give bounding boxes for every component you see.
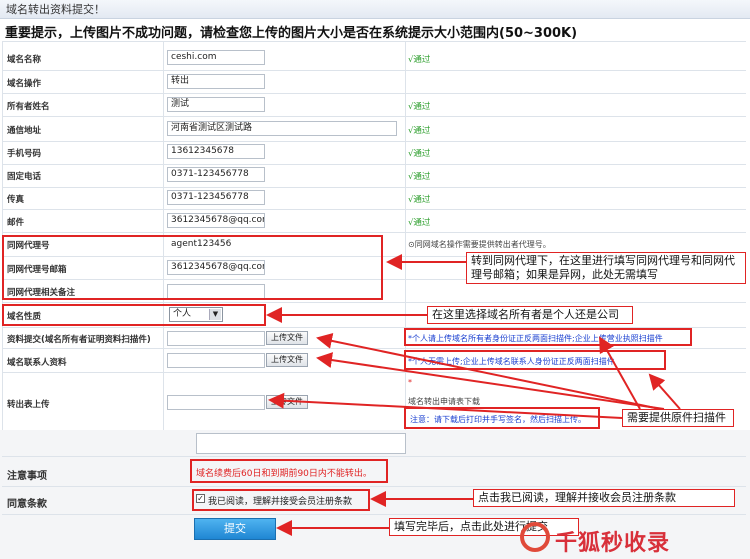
watermark-logo-icon [520,522,550,552]
annotation-arrows [266,254,681,536]
watermark-text: 千狐秒收录 [555,531,671,556]
arrow-scan-2 [316,333,661,410]
arrow-scan-3 [316,352,665,410]
arrow-scan-5 [268,392,623,419]
arrow-scan-4 [648,373,681,410]
